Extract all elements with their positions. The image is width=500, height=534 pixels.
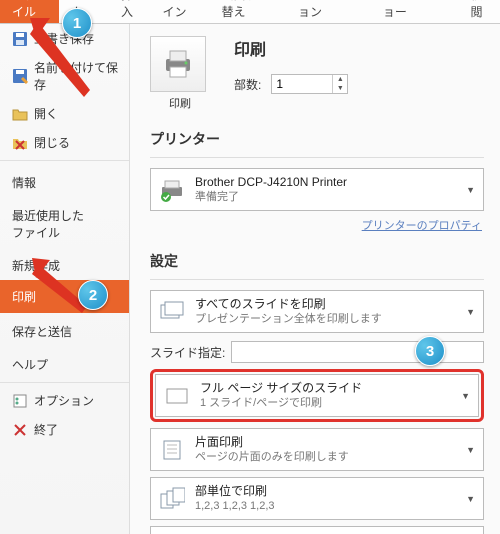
layout-dropdown[interactable]: フル ページ サイズのスライド 1 スライド/ページで印刷 ▼ (155, 374, 479, 417)
annotation-badge-1: 1 (62, 8, 92, 38)
chevron-down-icon: ▼ (461, 391, 470, 401)
settings-section-title: 設定 (150, 251, 484, 271)
tab-insert[interactable]: 挿入 (109, 0, 151, 23)
layout-sub: 1 スライド/ページで印刷 (200, 396, 451, 411)
sidebar-label: 名前を付けて保存 (34, 59, 119, 93)
annotation-badge-2: 2 (78, 280, 108, 310)
chevron-down-icon: ▼ (466, 494, 475, 504)
copies-input[interactable] (272, 75, 332, 93)
sidebar-label: 開く (34, 105, 58, 122)
printer-icon (160, 45, 196, 84)
print-button[interactable] (150, 36, 206, 92)
tab-design[interactable]: デザイン (150, 0, 209, 23)
open-icon (12, 106, 28, 122)
sidebar-info[interactable]: 情報 (0, 164, 129, 197)
copies-spinner[interactable]: ▲▼ (271, 74, 348, 94)
sidebar-new[interactable]: 新規作成 (0, 247, 129, 280)
sidebar-label: 閉じる (34, 134, 70, 151)
annotation-badge-3: 3 (415, 336, 445, 366)
printer-status: 準備完了 (195, 190, 456, 205)
chevron-down-icon: ▼ (466, 307, 475, 317)
collate-sub: 1,2,3 1,2,3 1,2,3 (195, 499, 456, 514)
printer-section-title: プリンター (150, 129, 484, 149)
printer-properties-link[interactable]: プリンターのプロパティ (362, 220, 482, 232)
slide-spec-input[interactable] (231, 341, 484, 363)
sidebar-save-as[interactable]: 名前を付けて保存 (0, 53, 129, 99)
tab-review[interactable]: 校閲 (458, 0, 500, 23)
range-sub: プレゼンテーション全体を印刷します (195, 312, 456, 327)
tab-transition[interactable]: 画面切り替え (209, 0, 285, 23)
spin-down-icon[interactable]: ▼ (333, 84, 347, 93)
collate-title: 部単位で印刷 (195, 483, 456, 499)
sidebar-exit[interactable]: 終了 (0, 415, 129, 444)
sidebar-recent[interactable]: 最近使用した ファイル (0, 197, 129, 247)
collate-dropdown[interactable]: 部単位で印刷 1,2,3 1,2,3 1,2,3 ▼ (150, 477, 484, 520)
sides-dropdown[interactable]: 片面印刷 ページの片面のみを印刷します ▼ (150, 428, 484, 471)
print-button-label: 印刷 (150, 92, 210, 111)
print-range-dropdown[interactable]: すべてのスライドを印刷 プレゼンテーション全体を印刷します ▼ (150, 290, 484, 333)
print-title: 印刷 (234, 36, 348, 60)
slide-spec-label: スライド指定: (150, 344, 225, 361)
chevron-down-icon: ▼ (466, 185, 475, 195)
sidebar-help[interactable]: ヘルプ (0, 346, 129, 379)
exit-icon (12, 422, 28, 438)
slides-all-icon (159, 299, 185, 325)
sidebar-save-send[interactable]: 保存と送信 (0, 313, 129, 346)
sidebar-label: 終了 (34, 421, 58, 438)
layout-highlight: フル ページ サイズのスライド 1 スライド/ページで印刷 ▼ (150, 369, 484, 422)
range-title: すべてのスライドを印刷 (195, 296, 456, 312)
full-page-icon (164, 383, 190, 409)
sides-title: 片面印刷 (195, 434, 456, 450)
close-file-icon (12, 135, 28, 151)
sidebar-options[interactable]: オプション (0, 386, 129, 415)
layout-title: フル ページ サイズのスライド (200, 380, 451, 396)
printer-status-icon (159, 177, 185, 203)
backstage-sidebar: 上書き保存 名前を付けて保存 開く 閉じる 情報 最近使用した ファイル 新規作… (0, 24, 130, 534)
copies-label: 部数: (234, 76, 261, 93)
tab-file[interactable]: ファイル (0, 0, 59, 23)
collate-icon (159, 486, 185, 512)
save-as-icon (12, 68, 28, 84)
sidebar-label: オプション (34, 392, 94, 409)
options-icon (12, 393, 28, 409)
spin-up-icon[interactable]: ▲ (333, 75, 347, 84)
print-backstage: 印刷 印刷 部数: ▲▼ プリンター Brother DCP-J4210N Pr… (130, 24, 500, 534)
color-dropdown[interactable]: カラー ▼ (150, 526, 484, 534)
tab-animation[interactable]: アニメーション (286, 0, 371, 23)
chevron-down-icon: ▼ (466, 445, 475, 455)
printer-name: Brother DCP-J4210N Printer (195, 174, 456, 190)
sidebar-open[interactable]: 開く (0, 99, 129, 128)
tab-slideshow[interactable]: スライド ショー (371, 0, 459, 23)
printer-dropdown[interactable]: Brother DCP-J4210N Printer 準備完了 ▼ (150, 168, 484, 211)
single-side-icon (159, 437, 185, 463)
save-icon (12, 31, 28, 47)
sidebar-print[interactable]: 印刷 (0, 280, 129, 313)
sides-sub: ページの片面のみを印刷します (195, 450, 456, 465)
sidebar-close[interactable]: 閉じる (0, 128, 129, 157)
